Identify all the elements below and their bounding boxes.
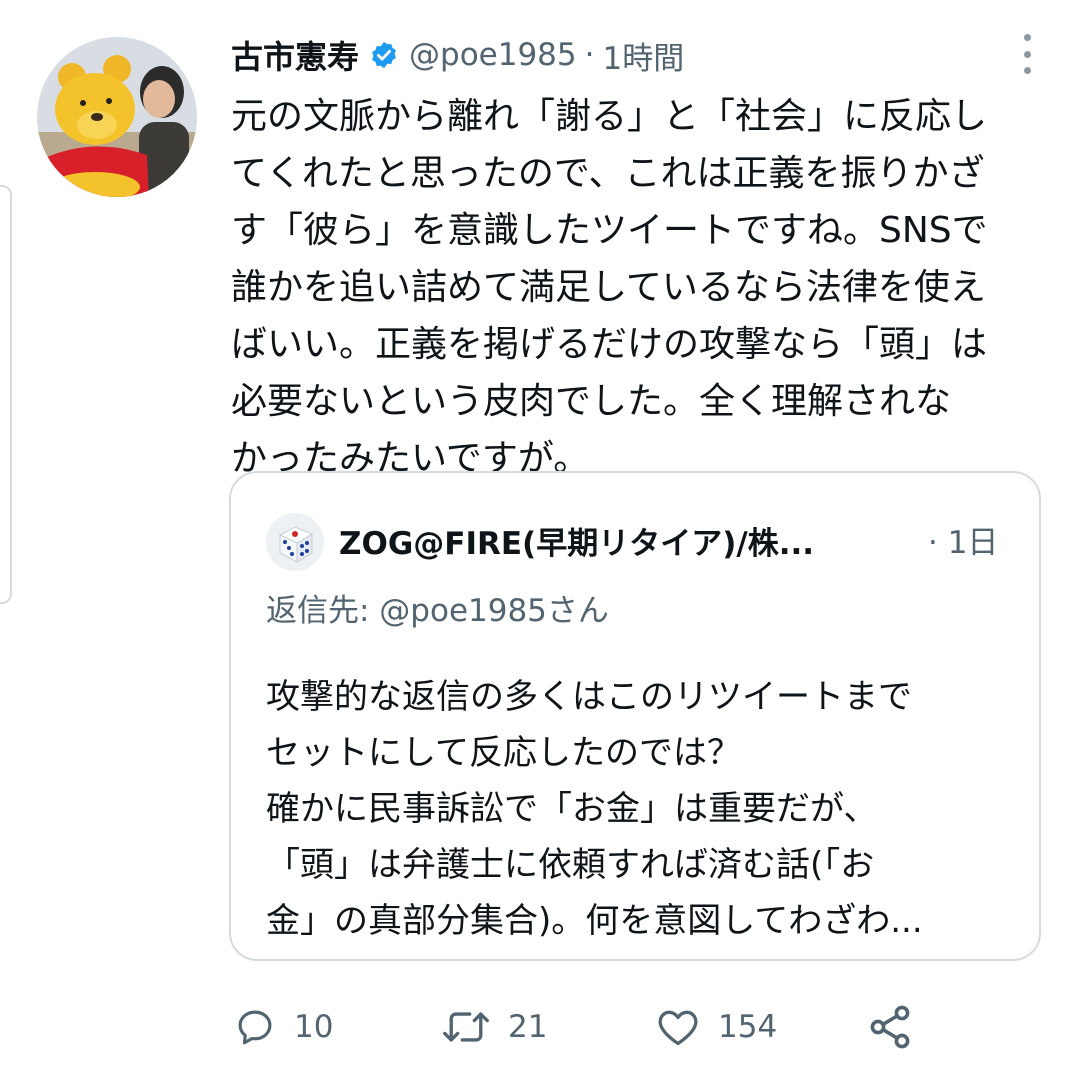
avatar-photo (37, 37, 197, 197)
quoted-author-avatar[interactable] (266, 513, 324, 571)
retweet-count: 21 (508, 1009, 548, 1045)
retweet-icon (443, 1012, 489, 1042)
reply-button[interactable]: 10 (234, 995, 333, 1059)
share-icon (870, 1005, 910, 1049)
like-count: 154 (718, 1009, 778, 1045)
tweet-header: 古市憲寿 @poe1985 · 1時間 (231, 30, 1040, 80)
author-name[interactable]: 古市憲寿 (231, 32, 359, 78)
more-options-icon[interactable] (1020, 34, 1034, 74)
author-handle[interactable]: @poe1985 (409, 37, 577, 73)
reply-count: 10 (294, 1009, 334, 1045)
tweet-time[interactable]: 1時間 (602, 33, 684, 78)
quoted-author-name[interactable]: ZOG@FIRE(早期リタイア)/株... (339, 518, 899, 563)
reply-icon (238, 1010, 272, 1045)
dice-icon (266, 513, 324, 571)
header-separator: · (584, 37, 595, 73)
like-icon (658, 1010, 698, 1046)
tweet-actions: 10 21 154 (0, 995, 1080, 1059)
quoted-tweet-time: · 1日 (928, 525, 999, 561)
quoted-reply-to: 返信先: @poe1985さん (266, 593, 609, 629)
share-button[interactable] (866, 995, 914, 1059)
quoted-tweet[interactable]: ZOG@FIRE(早期リタイア)/株... · 1日 返信先: @poe1985… (229, 471, 1041, 961)
tweet-text: 元の文脈から離れ「謝る」と「社会」に反応し てくれたと思ったので、これは正義を振… (231, 96, 988, 479)
like-button[interactable]: 154 (656, 995, 777, 1059)
retweet-button[interactable]: 21 (442, 995, 547, 1059)
side-panel-edge[interactable] (0, 185, 12, 604)
quoted-tweet-text: 攻撃的な返信の多くはこのリツイートまで セットにして反応したのでは？ 確かに民事… (266, 677, 923, 941)
author-avatar[interactable] (37, 37, 197, 197)
verified-badge-icon (369, 40, 399, 70)
